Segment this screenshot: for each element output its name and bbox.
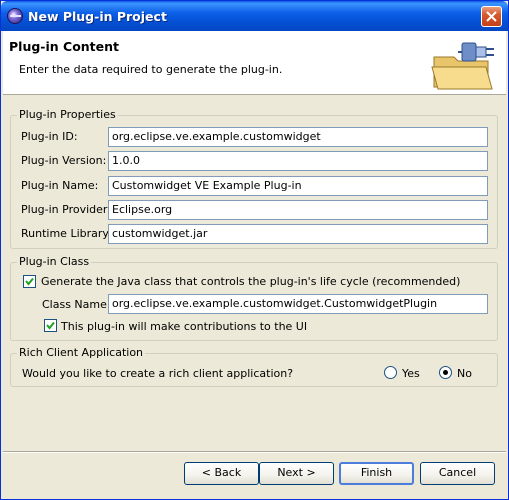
checkmark-icon (25, 277, 34, 286)
group-title: Plug-in Properties (17, 108, 118, 121)
runtime-library-field[interactable]: customwidget.jar (108, 224, 488, 244)
plugin-class-group: Plug-in Class Generate the Java class th… (10, 255, 498, 341)
next-button[interactable]: Next > (259, 462, 334, 485)
window-title: New Plug-in Project (28, 9, 167, 24)
generate-class-label[interactable]: Generate the Java class that controls th… (41, 275, 460, 288)
generate-class-checkbox[interactable] (23, 275, 36, 288)
plugin-version-label: Plug-in Version: (21, 154, 107, 167)
page-description: Enter the data required to generate the … (19, 63, 283, 76)
class-name-label: Class Name: (42, 298, 111, 311)
group-title: Plug-in Class (17, 255, 92, 268)
page-title: Plug-in Content (9, 39, 120, 54)
plugin-provider-field[interactable]: Eclipse.org (108, 200, 488, 220)
no-radio[interactable] (439, 366, 452, 379)
no-radio-label[interactable]: No (457, 367, 472, 380)
button-bar-separator (3, 451, 506, 453)
checkmark-icon (46, 321, 55, 330)
eclipse-icon (7, 8, 23, 24)
close-button[interactable] (481, 6, 502, 27)
group-title: Rich Client Application (17, 346, 146, 359)
plugin-version-field[interactable]: 1.0.0 (108, 151, 488, 171)
plugin-id-label: Plug-in ID: (21, 130, 78, 143)
cancel-button[interactable]: Cancel (420, 462, 495, 485)
title-bar[interactable]: New Plug-in Project (1, 1, 508, 31)
ui-contributions-checkbox[interactable] (44, 319, 57, 332)
plugin-properties-group: Plug-in Properties Plug-in ID: org.eclip… (10, 108, 498, 249)
finish-button[interactable]: Finish (339, 462, 414, 485)
close-icon (486, 11, 497, 22)
yes-radio[interactable] (384, 366, 397, 379)
back-button[interactable]: < Back (184, 462, 259, 485)
plugin-folder-icon (431, 42, 494, 90)
ui-contributions-label[interactable]: This plug-in will make contributions to … (61, 320, 307, 333)
wizard-window: New Plug-in Project Plug-in Content Ente… (0, 0, 509, 500)
class-name-field[interactable]: org.eclipse.ve.example.customwidget.Cust… (108, 294, 488, 314)
plugin-id-field[interactable]: org.eclipse.ve.example.customwidget (108, 127, 488, 147)
plugin-provider-label: Plug-in Provider: (21, 203, 111, 216)
yes-radio-label[interactable]: Yes (402, 367, 420, 380)
plugin-name-field[interactable]: Customwidget VE Example Plug-in (108, 176, 488, 196)
plugin-name-label: Plug-in Name: (21, 179, 99, 192)
runtime-library-label: Runtime Library: (21, 227, 112, 240)
rich-client-group: Rich Client Application Would you like t… (10, 346, 498, 387)
wizard-header: Plug-in Content Enter the data required … (3, 31, 506, 95)
rich-client-question: Would you like to create a rich client a… (22, 367, 294, 380)
